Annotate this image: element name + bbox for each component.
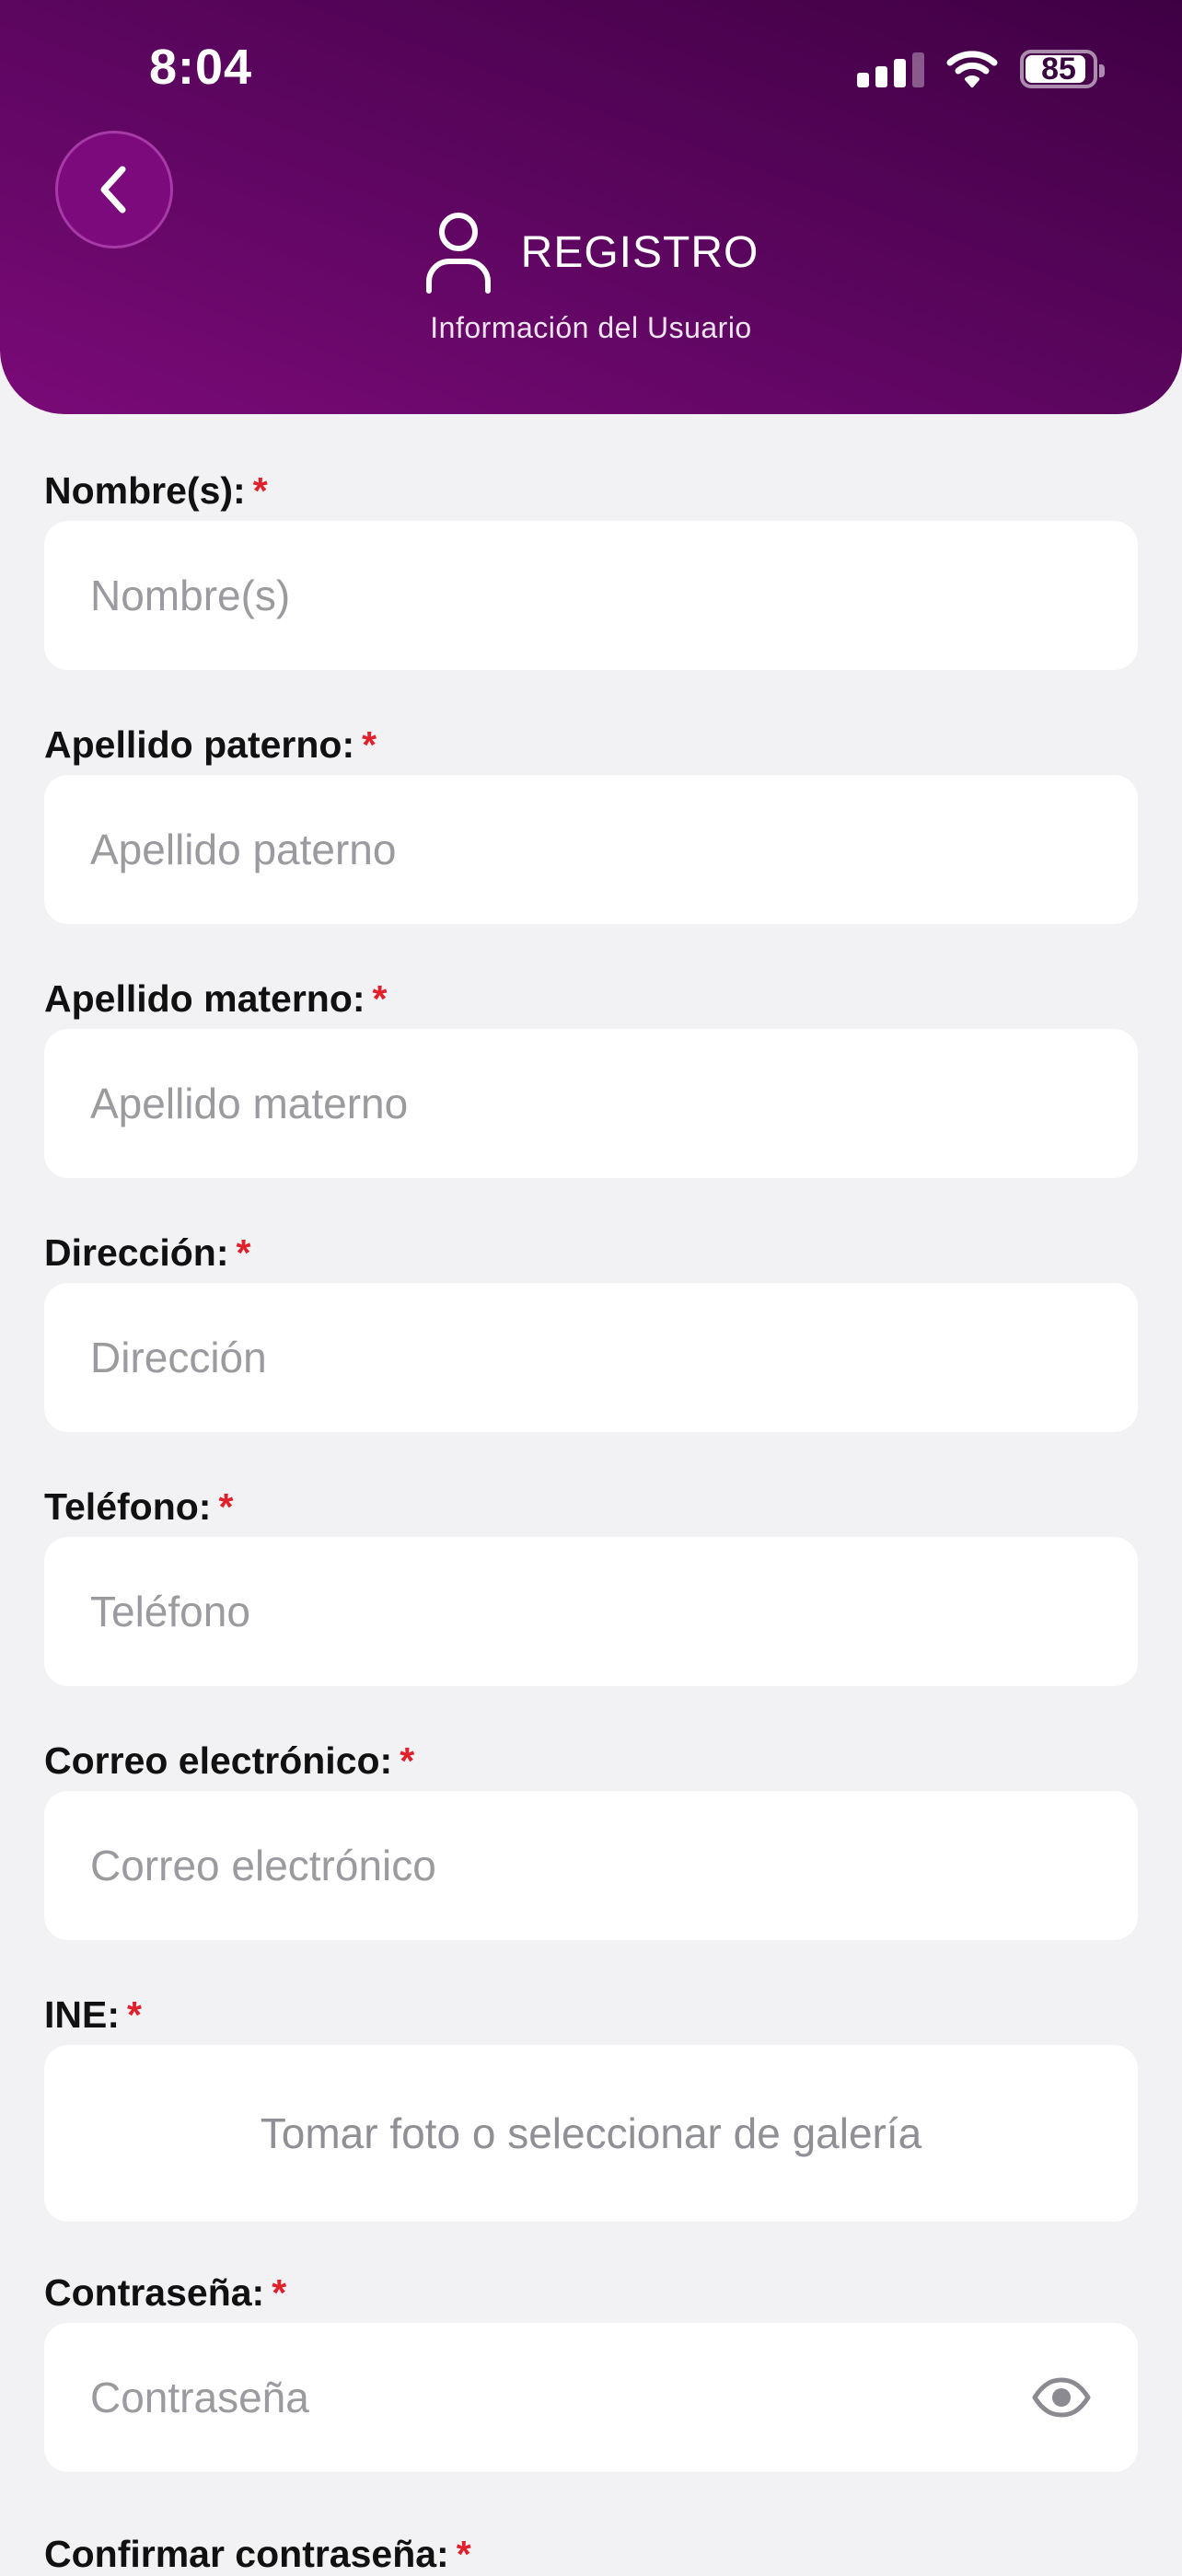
contrasena-label: Contraseña: * xyxy=(44,2271,287,2314)
eye-icon[interactable] xyxy=(1031,2376,1092,2419)
required-marker: * xyxy=(272,2271,287,2314)
correo-label: Correo electrónico: * xyxy=(44,1739,415,1782)
required-marker: * xyxy=(236,1231,251,1274)
apellido-materno-field-container xyxy=(44,1028,1138,1179)
confirmar-contrasena-label: Confirmar contraseña: * xyxy=(44,2533,471,2575)
required-marker: * xyxy=(372,977,388,1020)
contrasena-field-container xyxy=(44,2322,1138,2473)
telefono-field-container xyxy=(44,1536,1138,1687)
apellido-paterno-field-container xyxy=(44,774,1138,925)
email-input[interactable] xyxy=(88,1790,1138,1941)
page-title: REGISTRO xyxy=(520,227,759,277)
registration-form: Nombre(s):* Apellido paterno:* Apellido … xyxy=(44,460,1138,2473)
apellido-materno-label: Apellido materno: * xyxy=(44,977,388,1020)
telefono-label: Teléfono: * xyxy=(44,1485,234,1528)
apellido-paterno-label: Apellido paterno: * xyxy=(44,723,377,766)
password-input[interactable] xyxy=(88,2322,1013,2473)
nombre-label: Nombre(s): * xyxy=(44,469,268,512)
correo-field-container xyxy=(44,1790,1138,1941)
ine-upload-button[interactable]: Tomar foto o seleccionar de galería xyxy=(44,2045,1138,2222)
cellular-signal-icon xyxy=(857,51,924,87)
required-marker: * xyxy=(400,1739,415,1782)
ine-label: INE: * xyxy=(44,1993,142,2036)
battery-icon: 85 xyxy=(1020,50,1105,88)
direccion-label: Dirección: * xyxy=(44,1231,251,1274)
wifi-icon xyxy=(946,51,998,87)
required-marker: * xyxy=(362,723,377,766)
required-marker: * xyxy=(218,1485,234,1528)
user-icon xyxy=(425,213,491,294)
status-time: 8:04 xyxy=(149,40,253,95)
ine-upload-text: Tomar foto o seleccionar de galería xyxy=(260,2109,922,2157)
apellido-paterno-input[interactable] xyxy=(88,774,1138,925)
direccion-field-container xyxy=(44,1282,1138,1433)
direccion-input[interactable] xyxy=(88,1282,1138,1433)
nombre-field-container xyxy=(44,520,1138,671)
nombre-input[interactable] xyxy=(88,520,1138,671)
header-title-row: REGISTRO xyxy=(0,210,1182,295)
battery-level: 85 xyxy=(1041,51,1076,87)
required-marker: * xyxy=(127,1993,142,2036)
header: 8:04 85 REGISTRO Información del Usuario xyxy=(0,0,1182,414)
required-marker: * xyxy=(252,469,268,512)
page-subtitle: Información del Usuario xyxy=(430,311,752,344)
telefono-input[interactable] xyxy=(88,1536,1138,1687)
chevron-left-icon xyxy=(100,166,126,214)
required-marker: * xyxy=(456,2533,471,2575)
status-icons: 85 xyxy=(857,44,1105,94)
apellido-materno-input[interactable] xyxy=(88,1028,1138,1179)
